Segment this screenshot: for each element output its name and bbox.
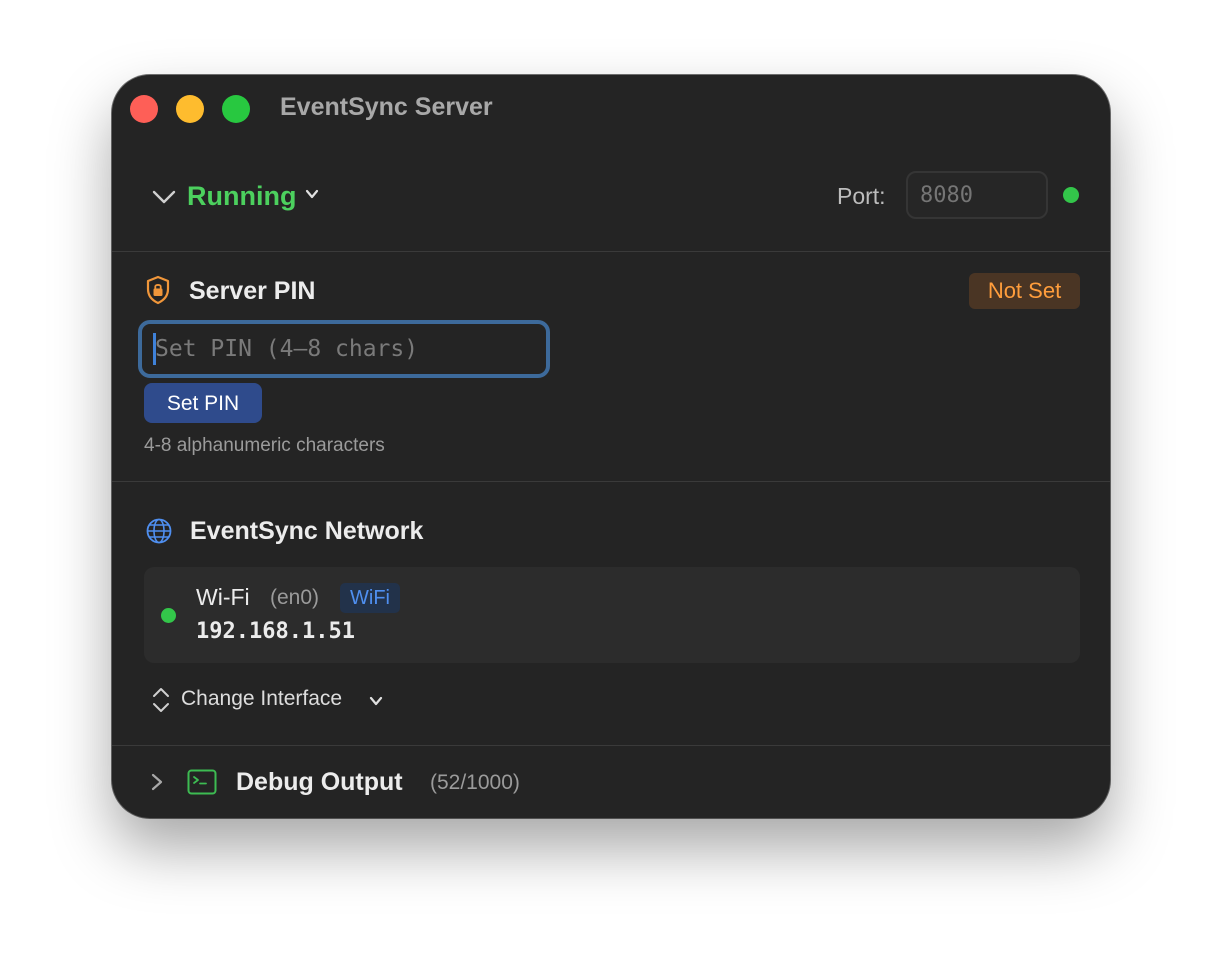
- window-title: EventSync Server: [280, 93, 493, 121]
- pin-status-badge: Not Set: [969, 273, 1080, 309]
- server-status-indicator: [1063, 187, 1079, 203]
- interface-device: (en0): [270, 586, 320, 609]
- debug-output-disclosure[interactable]: Debug Output (52/1000): [112, 747, 1110, 817]
- title-bar: EventSync Server: [112, 75, 1110, 141]
- divider: [112, 481, 1110, 482]
- text-cursor: [153, 333, 156, 365]
- interface-type-badge: WiFi: [340, 583, 400, 613]
- change-interface-label: Change Interface: [181, 687, 343, 710]
- debug-line-count: (52/1000): [430, 771, 520, 794]
- chevron-down-icon[interactable]: [150, 183, 178, 211]
- port-label: Port:: [837, 183, 886, 209]
- server-state-menu[interactable]: Running: [187, 181, 296, 212]
- chevron-down-icon: [369, 696, 383, 706]
- change-interface-menu[interactable]: Change Interface: [150, 685, 410, 715]
- pin-input[interactable]: [142, 324, 546, 374]
- server-status-row: Running Port:: [112, 171, 1110, 223]
- lock-shield-icon: [146, 275, 170, 305]
- pin-hint: 4-8 alphanumeric characters: [144, 435, 385, 456]
- set-pin-button[interactable]: Set PIN: [144, 383, 262, 423]
- section-title: Server PIN: [189, 277, 316, 305]
- pin-field-frame: [138, 320, 550, 378]
- interface-ip-address: 192.168.1.51: [196, 619, 355, 644]
- section-title: Debug Output: [236, 768, 403, 796]
- terminal-icon: [187, 769, 217, 795]
- divider: [112, 745, 1110, 746]
- section-title: EventSync Network: [190, 517, 424, 545]
- interface-status-dot: [161, 608, 176, 623]
- chevron-up-down-icon: [153, 688, 169, 712]
- app-window: EventSync Server Running Port: Server PI…: [112, 75, 1110, 818]
- chevron-down-icon[interactable]: [304, 186, 320, 202]
- interface-card: Wi-Fi (en0) WiFi 192.168.1.51: [144, 567, 1080, 663]
- minimize-button[interactable]: [176, 95, 204, 123]
- globe-icon: [146, 518, 172, 544]
- divider: [112, 251, 1110, 252]
- port-input[interactable]: [906, 171, 1048, 219]
- chevron-right-icon[interactable]: [148, 771, 166, 793]
- interface-name: Wi-Fi: [196, 584, 250, 610]
- close-button[interactable]: [130, 95, 158, 123]
- zoom-button[interactable]: [222, 95, 250, 123]
